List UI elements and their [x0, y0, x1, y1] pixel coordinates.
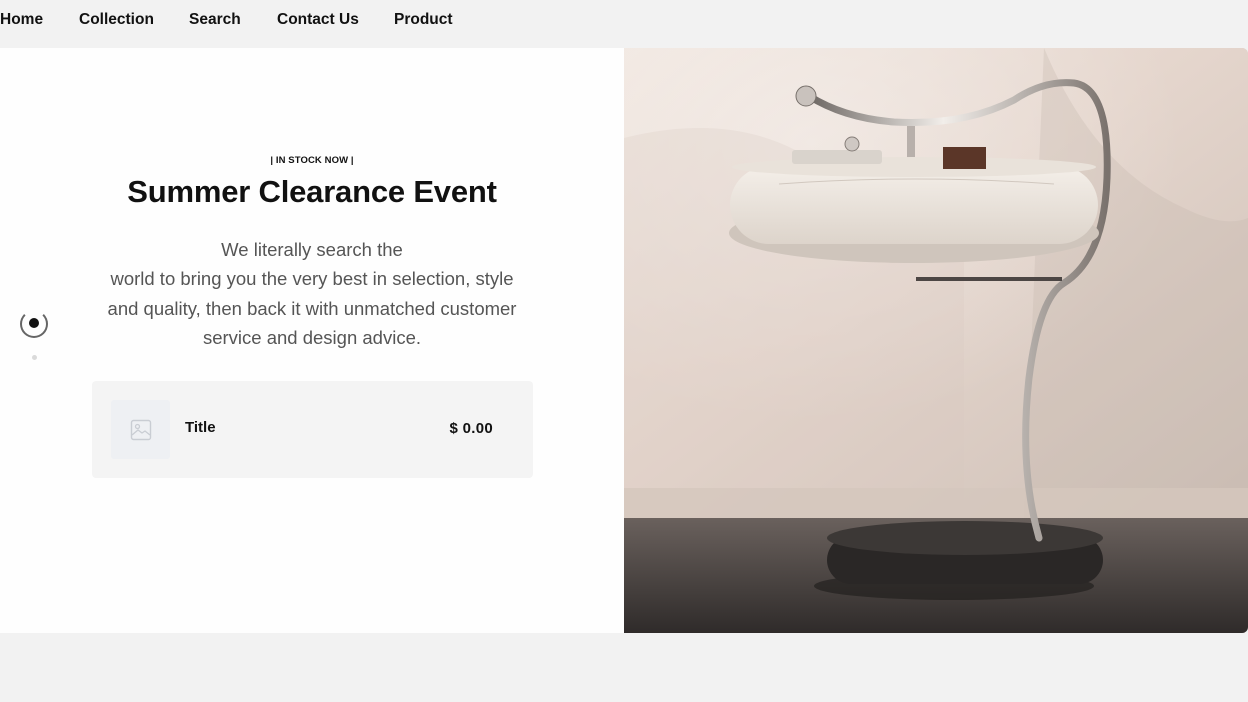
hero-description-line: service and design advice. [202, 326, 422, 348]
hero-title: Summer Clearance Event [127, 174, 497, 209]
hero-description-line: We literally search the [221, 239, 403, 260]
slider-dot-inactive[interactable] [32, 355, 37, 360]
lamp-nightstand-photo [624, 48, 1248, 633]
main-nav: Home Collection Search Contact Us Produc… [0, 0, 1248, 42]
product-title: Title [185, 419, 216, 436]
nav-home[interactable]: Home [0, 11, 43, 29]
hero-image [624, 48, 1248, 633]
nav-collection[interactable]: Collection [79, 11, 154, 29]
slider-dot-active[interactable] [20, 310, 48, 338]
product-thumbnail [111, 400, 170, 459]
hero-eyebrow: | IN STOCK NOW | [270, 155, 354, 166]
hero-description-line: world to bring you the very best in sele… [110, 268, 514, 290]
slider-dots [18, 310, 50, 370]
hero-description: We literally search the world to bring y… [92, 235, 532, 352]
product-card[interactable]: Title $ 0.00 [92, 381, 533, 478]
image-placeholder-icon [130, 419, 151, 440]
product-price: $ 0.00 [449, 420, 493, 437]
hero-description-line: and quality, then back it with unmatched… [107, 297, 517, 319]
hero-slide: | IN STOCK NOW | Summer Clearance Event … [0, 48, 1248, 633]
hero-text-panel: | IN STOCK NOW | Summer Clearance Event … [0, 48, 624, 633]
nav-search[interactable]: Search [189, 11, 241, 29]
nav-contact-us[interactable]: Contact Us [277, 11, 359, 29]
nav-product[interactable]: Product [394, 11, 453, 29]
